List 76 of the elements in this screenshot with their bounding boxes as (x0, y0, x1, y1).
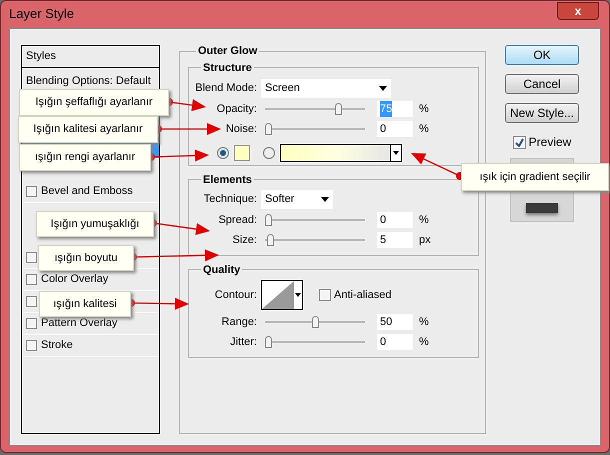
slider[interactable] (265, 234, 365, 246)
dialog-button[interactable]: New Style... (505, 103, 579, 123)
annotation-tooltip: Işığın yumuşaklığı (36, 211, 154, 237)
slider-thumb[interactable] (265, 123, 272, 135)
list-header: Styles (22, 46, 159, 68)
field-label: Jitter: (229, 334, 257, 350)
window-title: Layer Style (9, 5, 74, 24)
list-item-label[interactable]: Bevel and Emboss (41, 183, 133, 200)
radio-button[interactable] (263, 147, 275, 159)
value-field[interactable]: 0 (377, 121, 413, 137)
caret-icon (393, 151, 399, 155)
list-item-label[interactable]: Color Overlay (41, 271, 108, 288)
contour-picker[interactable] (261, 280, 303, 310)
field-label: Noise: (224, 122, 257, 137)
slider-thumb[interactable] (312, 316, 318, 328)
checkbox[interactable] (26, 252, 37, 263)
unit-label: % (419, 334, 429, 350)
dialog-button[interactable]: OK (505, 45, 579, 65)
checkbox[interactable] (512, 136, 526, 148)
list-item-label[interactable]: Blending Options: Default (26, 73, 151, 90)
unit-label: % (419, 212, 429, 228)
unit-label: % (419, 314, 429, 330)
unit-label: px (419, 232, 431, 248)
group-title: Structure (202, 60, 253, 76)
slider-thumb[interactable] (265, 214, 272, 226)
group-title: Quality (202, 262, 242, 278)
checkbox[interactable] (26, 296, 37, 307)
slider[interactable] (265, 123, 365, 135)
slider-thumb[interactable] (266, 234, 274, 246)
annotation-tooltip: ışığın rengi ayarlanır (19, 144, 151, 171)
annotation-tooltip: ışığın kalitesi (39, 291, 131, 317)
slider[interactable] (265, 336, 365, 348)
checkbox[interactable] (319, 289, 331, 301)
dialog-button[interactable]: Cancel (505, 74, 579, 94)
checkbox[interactable] (26, 340, 37, 351)
slider[interactable] (265, 214, 365, 226)
slider-thumb[interactable] (265, 336, 272, 348)
annotation-tooltip: Işığın kalitesi ayarlanır (18, 116, 158, 143)
slider[interactable] (265, 103, 365, 115)
caret-icon (321, 196, 329, 202)
check-icon (514, 138, 524, 146)
checkbox[interactable] (26, 274, 37, 285)
value-field[interactable]: 0 (377, 334, 413, 350)
annotation-tooltip: Işığın şeffaflığı ayarlanır (19, 89, 169, 116)
list-item-label[interactable]: Pattern Overlay (41, 315, 118, 332)
checkbox[interactable] (26, 318, 37, 329)
field-label: Size: (232, 232, 257, 248)
checkbox[interactable] (26, 186, 37, 197)
field-label: Spread: (217, 212, 257, 228)
color-swatch[interactable] (234, 145, 250, 161)
field-label: Range: (220, 314, 257, 330)
annotation-tooltip: ışığın boyutu (38, 245, 134, 271)
slider[interactable] (265, 316, 365, 328)
technique-dropdown[interactable]: Softer (261, 190, 333, 208)
value-field[interactable]: 5 (377, 232, 413, 248)
field-label: Blend Mode: (195, 80, 257, 96)
unit-label: % (419, 122, 429, 137)
value-field[interactable]: 0 (377, 212, 413, 228)
blend-mode-dropdown[interactable]: Screen (261, 78, 391, 98)
slider-thumb[interactable] (334, 103, 342, 115)
group-title: Elements (202, 172, 253, 188)
field-label: Technique: (202, 192, 257, 207)
caret-icon (295, 293, 301, 297)
group-title: Outer Glow (197, 44, 258, 59)
value-field[interactable]: 50 (377, 314, 413, 330)
checkbox-label: Preview (528, 134, 572, 151)
annotation-tooltip: ışık için gradient seçilir (461, 163, 609, 191)
radio-button[interactable] (217, 147, 229, 159)
gradient-picker[interactable] (280, 144, 402, 162)
field-label: Contour: (214, 288, 257, 303)
list-item-label[interactable]: Stroke (41, 337, 73, 354)
unit-label: % (419, 102, 429, 117)
checkbox-label: Anti-aliased (334, 288, 392, 303)
close-button[interactable]: x (557, 2, 599, 20)
caret-icon (379, 86, 387, 90)
field-label: Opacity: (216, 102, 257, 117)
